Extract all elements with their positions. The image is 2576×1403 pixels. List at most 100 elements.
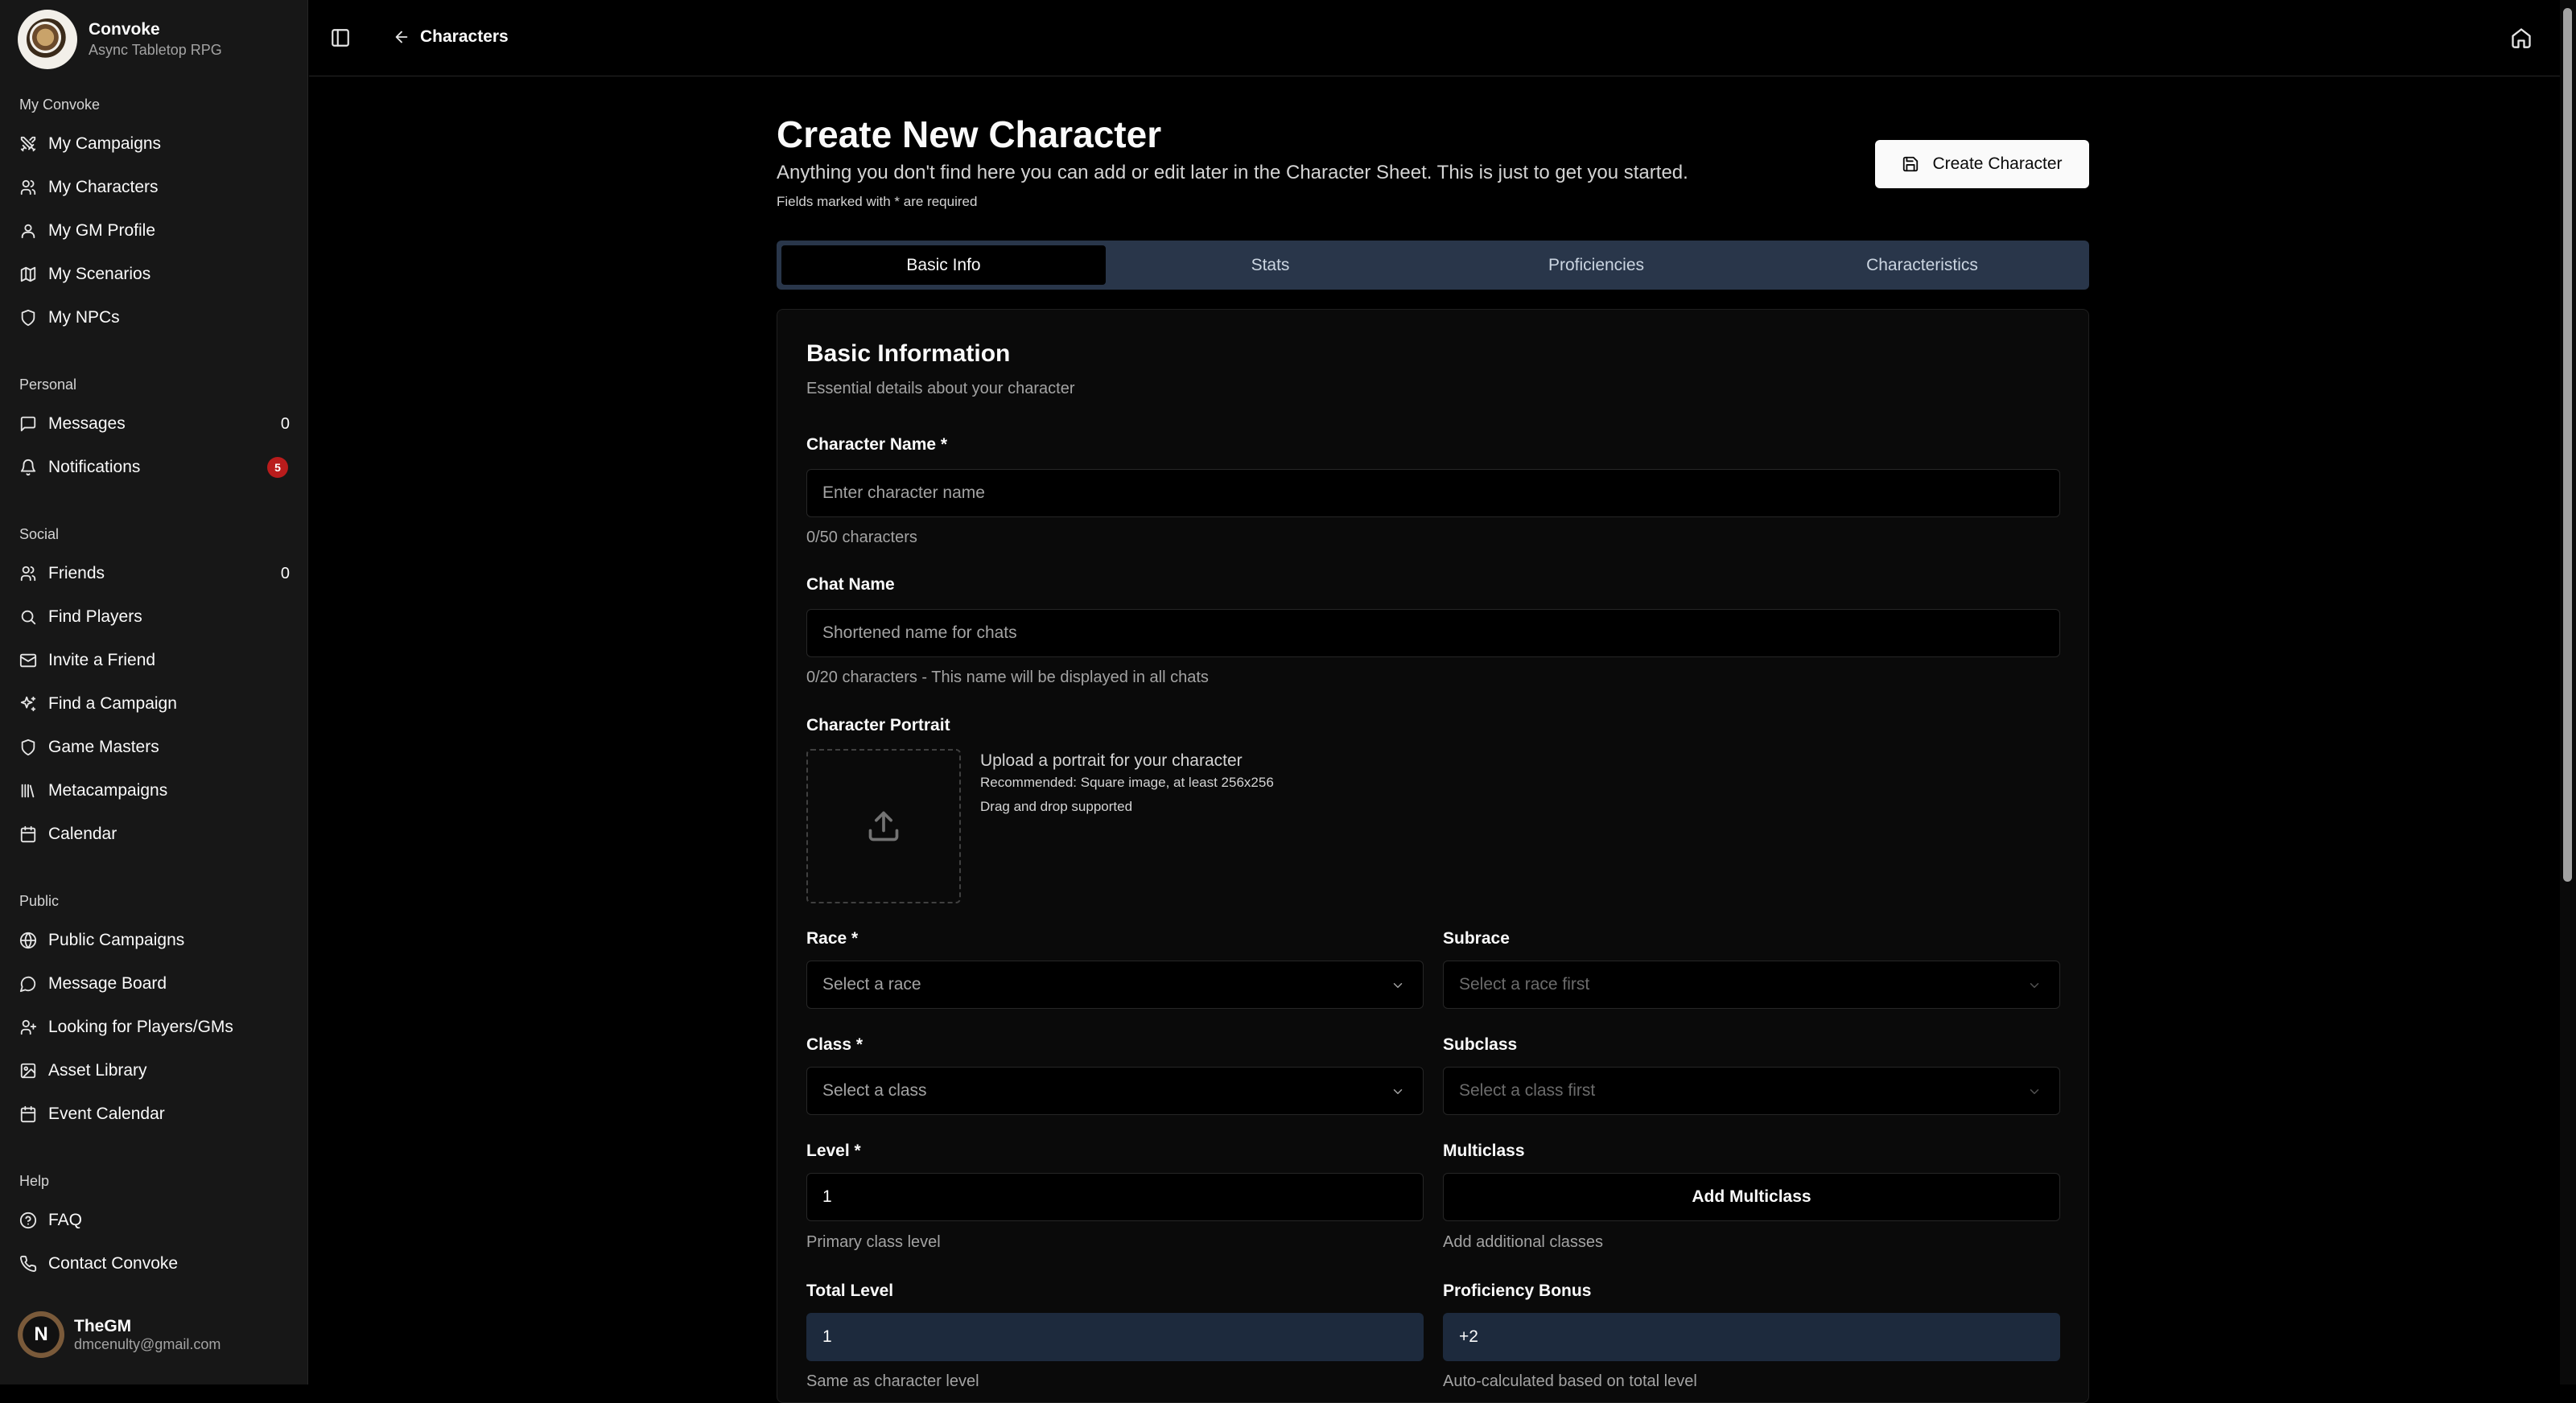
character-name-input[interactable]: Enter character name <box>806 469 2060 517</box>
scrollbar-thumb[interactable] <box>2563 8 2572 882</box>
sidebar-item-invite-a-friend[interactable]: Invite a Friend <box>18 644 291 677</box>
tab-basic-info[interactable]: Basic Info <box>781 245 1106 285</box>
shield-icon <box>21 309 35 327</box>
required-note: Fields marked with * are required <box>777 194 978 209</box>
page-title: Create New Character <box>777 113 1162 155</box>
calendar-icon <box>20 825 36 843</box>
sidebar-item-label: Invite a Friend <box>48 651 156 669</box>
proficiency-bonus-label: Proficiency Bonus <box>1443 1282 1592 1300</box>
sidebar-item-label: Find Players <box>48 607 142 626</box>
sidebar-item-find-players[interactable]: Find Players <box>18 601 291 633</box>
proficiency-bonus-helper: Auto-calculated based on total level <box>1443 1372 1697 1390</box>
subrace-select[interactable]: Select a race first <box>1443 961 2060 1009</box>
class-label: Class * <box>806 1035 863 1054</box>
avatar: N <box>18 1311 64 1358</box>
sidebar-item-friends[interactable]: Friends 0 <box>18 557 291 590</box>
globe-icon <box>19 932 37 949</box>
card-title: Basic Information <box>806 340 1011 367</box>
sidebar-item-label: Calendar <box>48 825 117 843</box>
multiclass-helper: Add additional classes <box>1443 1233 1604 1251</box>
subclass-select-value: Select a class first <box>1459 1081 1596 1100</box>
tab-list: Basic Info Stats Proficiencies Character… <box>777 241 2089 290</box>
chevron-down-icon <box>2030 1089 2039 1094</box>
sidebar-item-looking-for-players[interactable]: Looking for Players/GMs <box>18 1011 291 1043</box>
home-icon[interactable] <box>2510 27 2533 49</box>
sidebar-item-label: Find a Campaign <box>48 694 177 713</box>
sidebar-item-notifications[interactable]: Notifications 5 <box>18 451 291 483</box>
sidebar-item-find-a-campaign[interactable]: Find a Campaign <box>18 688 291 720</box>
class-select[interactable]: Select a class <box>806 1067 1424 1115</box>
chat-name-helper: 0/20 characters - This name will be disp… <box>806 669 1209 686</box>
sidebar-item-game-masters[interactable]: Game Masters <box>18 731 291 763</box>
sidebar-item-label: My Campaigns <box>48 134 162 153</box>
sidebar-item-metacampaigns[interactable]: Metacampaigns <box>18 775 291 807</box>
proficiency-bonus-input[interactable]: +2 <box>1443 1313 2060 1361</box>
sidebar-item-calendar[interactable]: Calendar <box>18 818 291 850</box>
chat-name-input[interactable]: Shortened name for chats <box>806 609 2060 657</box>
sidebar-item-message-board[interactable]: Message Board <box>18 968 291 1000</box>
total-level-helper: Same as character level <box>806 1372 979 1390</box>
sidebar-item-label: Asset Library <box>48 1061 147 1080</box>
chevron-down-icon <box>1393 1089 1403 1094</box>
sidebar-item-label: Event Calendar <box>48 1105 165 1123</box>
level-input[interactable]: 1 <box>806 1173 1424 1221</box>
tab-proficiencies[interactable]: Proficiencies <box>1434 245 1758 285</box>
user-menu[interactable]: N TheGM dmcenulty@gmail.com <box>18 1311 221 1358</box>
user-name: TheGM <box>74 1316 132 1335</box>
notifications-badge: 5 <box>267 457 288 478</box>
group-label-my-convoke: My Convoke <box>19 97 101 113</box>
multiclass-label: Multiclass <box>1443 1142 1525 1160</box>
portrait-drag-note: Drag and drop supported <box>980 799 1133 814</box>
sidebar-item-contact-convoke[interactable]: Contact Convoke <box>18 1248 291 1280</box>
portrait-dropzone[interactable] <box>806 749 961 903</box>
tab-stats[interactable]: Stats <box>1108 245 1432 285</box>
top-header: Characters <box>309 0 2560 76</box>
sidebar-item-my-npcs[interactable]: My NPCs <box>18 302 291 334</box>
sidebar-item-label: My Scenarios <box>48 265 151 283</box>
sidebar-item-label: Metacampaigns <box>48 781 168 800</box>
arrow-left-icon <box>395 31 408 43</box>
calendar-icon <box>20 1105 36 1123</box>
mail-icon <box>19 653 37 668</box>
subclass-select[interactable]: Select a class first <box>1443 1067 2060 1115</box>
back-to-characters-link[interactable]: Characters <box>393 27 509 47</box>
add-multiclass-button[interactable]: Add Multiclass <box>1443 1173 2060 1221</box>
sidebar-item-public-campaigns[interactable]: Public Campaigns <box>18 924 291 957</box>
total-level-input[interactable]: 1 <box>806 1313 1424 1361</box>
sidebar-item-faq[interactable]: FAQ <box>18 1204 291 1236</box>
upload-icon <box>868 811 899 841</box>
app-name: Convoke <box>89 20 160 39</box>
portrait-recommendation: Recommended: Square image, at least 256x… <box>980 775 1274 790</box>
app-tagline: Async Tabletop RPG <box>89 42 222 58</box>
chevron-down-icon <box>1393 983 1403 988</box>
users-icon <box>20 566 36 582</box>
sidebar-item-my-characters[interactable]: My Characters <box>18 171 291 204</box>
sidebar-item-my-scenarios[interactable]: My Scenarios <box>18 258 291 290</box>
portrait-label: Character Portrait <box>806 716 950 734</box>
total-level-label: Total Level <box>806 1282 894 1300</box>
sidebar-item-my-gm-profile[interactable]: My GM Profile <box>18 215 291 247</box>
map-icon <box>20 266 36 282</box>
sidebar-item-label: My GM Profile <box>48 221 156 240</box>
sidebar-toggle-icon[interactable] <box>330 27 351 48</box>
tab-characteristics[interactable]: Characteristics <box>1760 245 2084 285</box>
race-select-value: Select a race <box>822 975 921 994</box>
users-icon <box>20 179 36 195</box>
sidebar-item-messages[interactable]: Messages 0 <box>18 408 291 440</box>
brand[interactable]: Convoke Async Tabletop RPG <box>18 10 222 69</box>
library-icon <box>21 784 35 798</box>
subrace-label: Subrace <box>1443 929 1510 948</box>
sidebar-item-label: My Characters <box>48 178 159 196</box>
class-select-value: Select a class <box>822 1081 927 1100</box>
group-label-personal: Personal <box>19 376 77 393</box>
sidebar-item-my-campaigns[interactable]: My Campaigns <box>18 128 291 160</box>
user-email: dmcenulty@gmail.com <box>74 1335 221 1352</box>
group-label-social: Social <box>19 526 60 542</box>
sidebar-item-event-calendar[interactable]: Event Calendar <box>18 1098 291 1130</box>
create-character-button[interactable]: Create Character <box>1875 140 2089 188</box>
message-icon <box>19 976 36 993</box>
sidebar-item-label: Friends <box>48 564 105 582</box>
search-icon <box>21 610 36 625</box>
sidebar-item-asset-library[interactable]: Asset Library <box>18 1055 291 1087</box>
race-select[interactable]: Select a race <box>806 961 1424 1009</box>
